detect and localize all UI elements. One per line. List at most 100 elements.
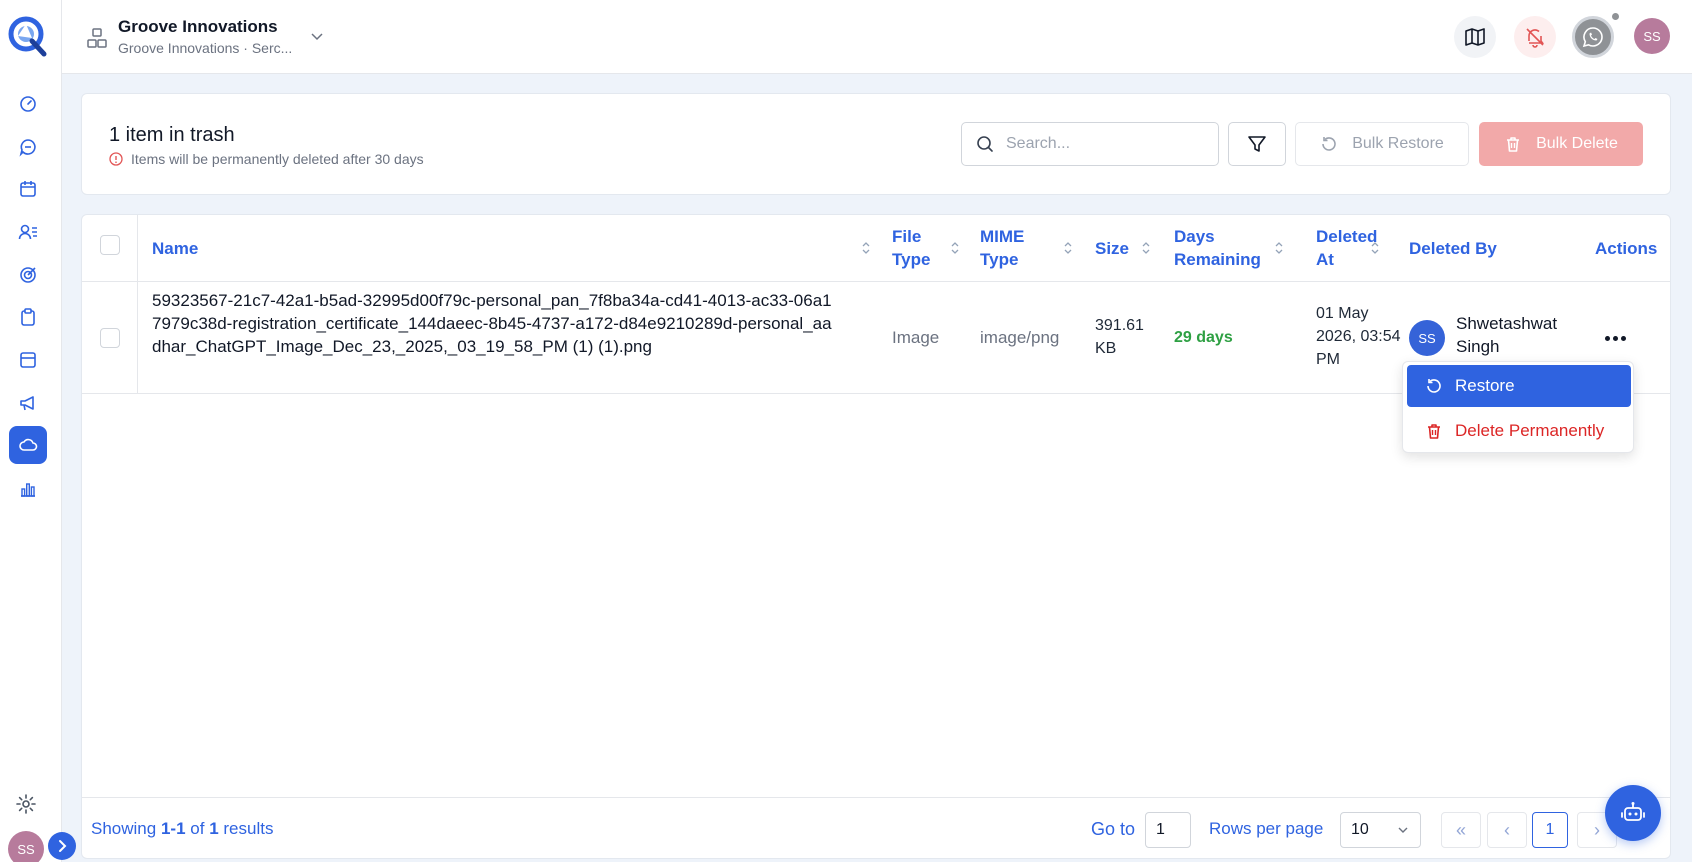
column-header-deleted-at-line2: At: [1316, 250, 1334, 269]
menu-item-delete-permanently[interactable]: Delete Permanently: [1407, 412, 1631, 450]
rows-per-page-select[interactable]: 10: [1340, 812, 1421, 848]
select-all-checkbox[interactable]: [100, 235, 120, 255]
sort-icon[interactable]: [1062, 240, 1074, 256]
chatbot-button[interactable]: [1605, 785, 1661, 841]
column-header-days-line1: Days: [1174, 227, 1215, 246]
target-icon: [20, 267, 36, 283]
file-size-unit: KB: [1095, 340, 1117, 357]
column-header-file-type[interactable]: File Type: [892, 225, 930, 271]
card-icon: [20, 352, 36, 368]
bar-chart-icon: [21, 483, 35, 497]
sidebar-item-cards[interactable]: [9, 341, 47, 379]
previous-page-button[interactable]: ‹: [1487, 812, 1527, 848]
goto-label: Go to: [1091, 819, 1136, 839]
results-prefix: Showing: [91, 819, 157, 838]
sort-icon[interactable]: [1273, 240, 1285, 256]
restore-icon: [1427, 379, 1441, 393]
whatsapp-icon: [1582, 27, 1603, 48]
sidebar-expand-button[interactable]: [48, 832, 76, 860]
top-header: Groove Innovations Groove Innovations · …: [62, 0, 1692, 74]
organization-icon: [87, 28, 107, 48]
sidebar: SS: [0, 0, 76, 862]
sidebar-user-avatar[interactable]: SS: [8, 831, 44, 862]
sidebar-item-cloud[interactable]: [9, 426, 47, 464]
trash-icon: [1428, 424, 1440, 439]
user-avatar[interactable]: SS: [1634, 18, 1670, 54]
megaphone-icon: [20, 396, 34, 411]
sidebar-item-clipboard[interactable]: [9, 298, 47, 336]
bell-off-icon: [1526, 28, 1545, 48]
file-size-value: 391.61: [1095, 317, 1144, 334]
notifications-muted-button[interactable]: [1514, 16, 1556, 58]
bulk-delete-button[interactable]: Bulk Delete: [1479, 122, 1643, 166]
robot-icon: [1621, 802, 1645, 821]
rows-per-page-value: 10: [1351, 821, 1369, 838]
more-dot: [1604, 335, 1610, 341]
column-header-mime-type[interactable]: MIME Type: [980, 225, 1024, 271]
organization-name[interactable]: Groove Innovations: [118, 17, 278, 37]
speedometer-icon: [20, 96, 36, 112]
bulk-delete-label: Bulk Delete: [1536, 135, 1618, 152]
menu-delete-label: Delete Permanently: [1455, 421, 1605, 440]
days-remaining: 29 days: [1174, 329, 1233, 346]
sort-icon[interactable]: [860, 240, 872, 256]
bulk-restore-button[interactable]: Bulk Restore: [1295, 122, 1469, 166]
app-logo[interactable]: [6, 14, 50, 58]
settings-gear-icon[interactable]: [14, 792, 38, 816]
sort-icon[interactable]: [1369, 240, 1381, 256]
first-page-button[interactable]: «: [1441, 812, 1481, 848]
deleted-by-avatar: SS: [1409, 320, 1445, 356]
filter-button[interactable]: [1228, 122, 1286, 166]
status-dot: [1612, 13, 1619, 20]
sidebar-item-calendar[interactable]: [9, 170, 47, 208]
sort-icon[interactable]: [949, 240, 961, 256]
search-field[interactable]: [961, 122, 1219, 166]
goto-page-input[interactable]: [1145, 812, 1191, 848]
chevron-down-icon[interactable]: [309, 28, 325, 44]
search-input[interactable]: [1006, 135, 1196, 153]
info-icon: [109, 152, 123, 166]
whatsapp-button[interactable]: [1572, 16, 1614, 58]
trash-count-title: 1 item in trash: [109, 124, 235, 146]
organization-subtitle[interactable]: Groove Innovations · Serc...: [118, 40, 292, 56]
deleted-by-last: Singh: [1456, 337, 1500, 356]
file-size: 391.61 KB: [1095, 314, 1144, 360]
sort-icon[interactable]: [1140, 240, 1152, 256]
deleted-by-name: Shwetashwat Singh: [1456, 312, 1586, 358]
clipboard-icon: [21, 308, 35, 326]
column-header-days-remaining[interactable]: Days Remaining: [1174, 225, 1261, 271]
column-header-deleted-by: Deleted By: [1409, 239, 1497, 258]
sidebar-item-campaigns[interactable]: [9, 384, 47, 422]
filter-icon: [1248, 136, 1266, 152]
trash-table: Name File Type MIME Type Size Days Remainin…: [81, 214, 1671, 859]
sidebar-item-chat[interactable]: [9, 128, 47, 166]
chevron-right-icon: [59, 840, 67, 852]
retention-note: Items will be permanently deleted after …: [109, 151, 424, 167]
search-icon: [977, 136, 993, 152]
sidebar-item-contacts[interactable]: [9, 213, 47, 251]
map-icon: [1465, 28, 1485, 46]
rows-per-page-label: Rows per page: [1209, 819, 1324, 838]
page-1-button[interactable]: 1: [1532, 812, 1568, 848]
trash-summary-card: 1 item in trash Items will be permanentl…: [81, 93, 1671, 195]
file-type: Image: [892, 328, 940, 347]
row-actions-button[interactable]: [1601, 326, 1629, 350]
deleted-by-first: Shwetashwat: [1456, 314, 1558, 333]
column-header-name[interactable]: Name: [152, 237, 198, 260]
deleted-at: 01 May 2026, 03:54 PM: [1316, 302, 1401, 371]
results-of: of: [190, 819, 205, 838]
retention-note-text: Items will be permanently deleted after …: [131, 151, 424, 167]
row-checkbox[interactable]: [100, 328, 120, 348]
bulk-restore-label: Bulk Restore: [1352, 135, 1444, 152]
sidebar-item-dashboard[interactable]: [9, 85, 47, 123]
column-header-file-type-line2: Type: [892, 250, 931, 269]
column-header-size[interactable]: Size: [1095, 237, 1129, 260]
results-suffix: results: [223, 819, 274, 838]
sidebar-item-targets[interactable]: [9, 256, 47, 294]
map-button[interactable]: [1454, 16, 1496, 58]
trash-icon: [1507, 137, 1520, 152]
chat-icon: [19, 139, 36, 157]
mime-type: image/png: [980, 328, 1060, 347]
sidebar-item-analytics[interactable]: [9, 470, 47, 508]
menu-item-restore[interactable]: Restore: [1407, 365, 1631, 407]
